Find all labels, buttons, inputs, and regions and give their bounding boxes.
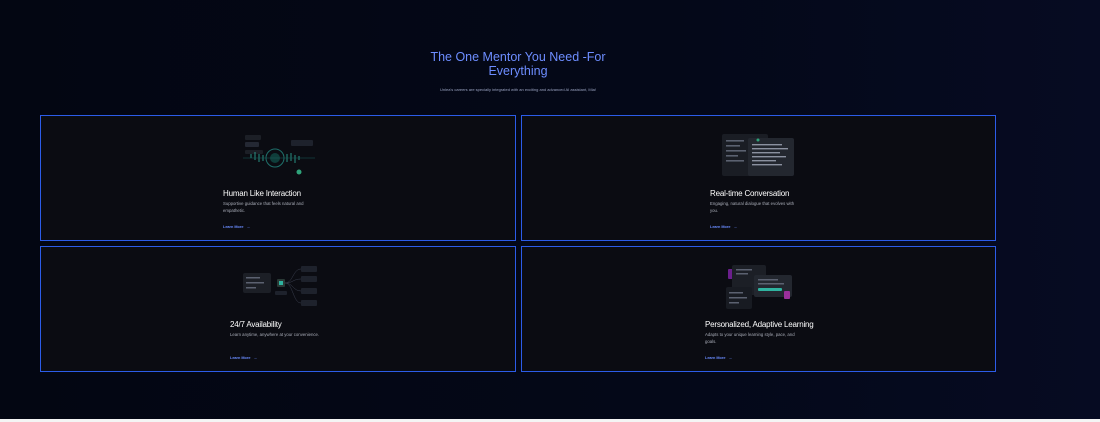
card-description: Learn anytime, anywhere at your convenie…	[230, 332, 320, 337]
card-text: Human Like Interaction Supportive guidan…	[223, 189, 313, 214]
card-description: Adapts to your unique learning style, pa…	[705, 332, 795, 344]
learn-more-label: Learn More	[705, 356, 726, 360]
learn-more-link[interactable]: Learn More →	[230, 356, 257, 360]
card-description: Engaging, natural dialogue that evolves …	[710, 201, 795, 213]
section-subtitle: Unlea's careers are specially integrated…	[440, 87, 596, 92]
card-description: Supportive guidance that feels natural a…	[223, 201, 304, 213]
card-title: Human Like Interaction	[223, 189, 301, 198]
learn-more-link[interactable]: Learn More →	[223, 225, 250, 229]
flow-network-illustration	[241, 263, 323, 311]
card-text: Real-time Conversation Engaging, natural…	[710, 189, 800, 214]
arrow-right-icon: →	[728, 356, 733, 360]
dashboard-panels-illustration	[724, 263, 806, 311]
card-title: Real-time Conversation	[710, 189, 790, 198]
feature-card-personalized-learning: Personalized, Adaptive Learning Adapts t…	[521, 246, 996, 372]
feature-card-human-like-interaction: Human Like Interaction Supportive guidan…	[40, 115, 516, 241]
arrow-right-icon: →	[253, 356, 258, 360]
feature-card-availability: 24/7 Availability Learn anytime, anywher…	[40, 246, 516, 372]
learn-more-label: Learn More	[710, 225, 731, 229]
section-header: The One Mentor You Need -For Everything …	[0, 50, 1036, 92]
learn-more-label: Learn More	[223, 225, 244, 229]
arrow-right-icon: →	[246, 225, 251, 229]
arrow-right-icon: →	[733, 225, 738, 229]
card-text: 24/7 Availability Learn anytime, anywher…	[230, 320, 320, 338]
card-title: Personalized, Adaptive Learning	[705, 320, 814, 329]
section-title: The One Mentor You Need -For Everything	[430, 50, 606, 78]
card-title: 24/7 Availability	[230, 320, 282, 329]
voice-waveform-illustration	[239, 132, 321, 180]
learn-more-link[interactable]: Learn More →	[705, 356, 732, 360]
card-text: Personalized, Adaptive Learning Adapts t…	[705, 320, 814, 345]
feature-card-real-time-conversation: Real-time Conversation Engaging, natural…	[521, 115, 996, 241]
learn-more-link[interactable]: Learn More →	[710, 225, 737, 229]
learn-more-label: Learn More	[230, 356, 251, 360]
chat-window-illustration	[718, 132, 800, 180]
